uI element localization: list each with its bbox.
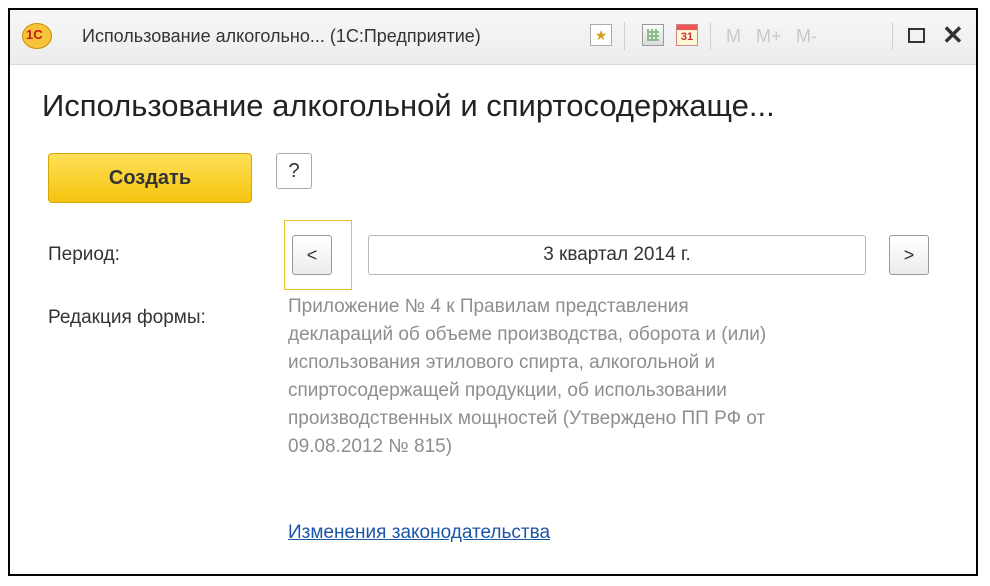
help-button[interactable]: ? <box>276 153 312 189</box>
period-field[interactable]: 3 квартал 2014 г. <box>368 235 866 275</box>
edition-line: использования этилового спирта, алкоголь… <box>288 352 716 373</box>
close-icon[interactable]: ✕ <box>942 20 964 50</box>
memory-minus-button[interactable]: M- <box>796 26 817 47</box>
law-changes-link[interactable]: Изменения законодательства <box>288 522 550 544</box>
star-favorite-icon[interactable]: ★ <box>590 24 612 46</box>
prev-period-button[interactable]: < <box>292 235 332 275</box>
divider <box>892 22 893 50</box>
maximize-icon[interactable] <box>908 28 925 43</box>
edition-line: 09.08.2012 № 815) <box>288 436 453 457</box>
memory-button[interactable]: M <box>726 26 741 47</box>
divider <box>710 22 711 50</box>
memory-plus-button[interactable]: M+ <box>756 26 782 47</box>
calendar-icon[interactable]: 31 <box>676 24 698 46</box>
1c-logo-icon: 1С <box>22 23 52 49</box>
report-window: 1С Использование алкогольно... (1С:Предп… <box>8 8 978 576</box>
edition-text: Приложение № 4 к Правилам представления … <box>288 293 968 461</box>
window-title: Использование алкогольно... (1С:Предприя… <box>82 26 481 46</box>
divider <box>624 22 625 50</box>
calculator-icon[interactable] <box>642 24 664 46</box>
calendar-day: 31 <box>680 31 694 43</box>
edition-line: деклараций об объеме производства, оборо… <box>288 324 767 345</box>
edition-line: производственных мощностей (Утверждено П… <box>288 408 766 429</box>
title-bar[interactable]: 1С Использование алкогольно... (1С:Предп… <box>10 10 976 65</box>
edition-label: Редакция формы: <box>48 307 206 328</box>
period-label: Период: <box>48 244 120 265</box>
form-title: Использование алкогольной и спиртосодерж… <box>42 88 775 123</box>
next-period-button[interactable]: > <box>889 235 929 275</box>
edition-line: Приложение № 4 к Правилам представления <box>288 296 689 317</box>
create-button[interactable]: Создать <box>48 153 252 203</box>
edition-line: спиртосодержащей продукции, об использов… <box>288 380 727 401</box>
logo-text: 1С <box>26 27 43 42</box>
